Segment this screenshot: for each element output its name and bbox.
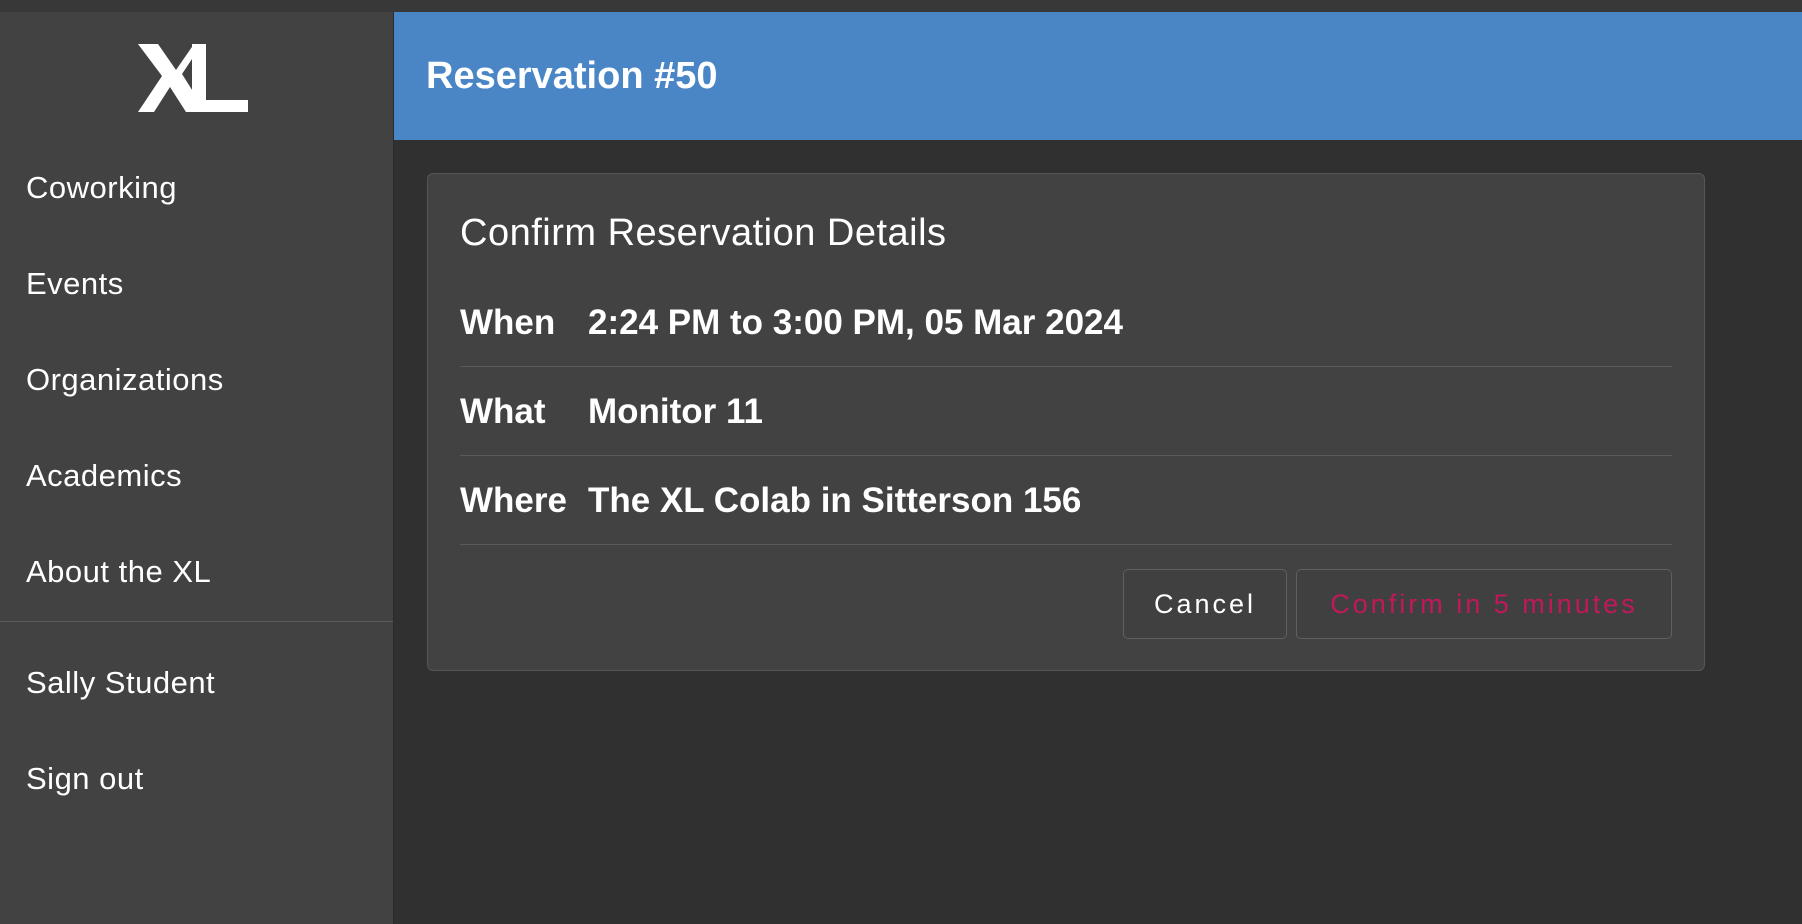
detail-value-what: Monitor 11: [588, 392, 764, 431]
confirm-button[interactable]: Confirm in 5 minutes: [1296, 569, 1672, 639]
detail-value-when: 2:24 PM to 3:00 PM, 05 Mar 2024: [588, 303, 1123, 342]
sidebar-user-nav: Sally Student Sign out: [0, 635, 393, 827]
window-top-strip: [0, 0, 1802, 12]
sidebar-item-about[interactable]: About the XL: [0, 524, 393, 620]
page-header: Reservation #50: [394, 12, 1802, 140]
sidebar-item-academics[interactable]: Academics: [0, 428, 393, 524]
sidebar-item-organizations[interactable]: Organizations: [0, 332, 393, 428]
xl-logo-icon: [138, 44, 248, 112]
detail-label-what: What: [460, 392, 546, 431]
sidebar-divider: [0, 621, 393, 622]
sidebar-item-sign-out[interactable]: Sign out: [0, 731, 393, 827]
detail-label-when: When: [460, 303, 556, 342]
page-title: Reservation #50: [426, 55, 718, 97]
xl-logo[interactable]: [136, 40, 248, 116]
sidebar-item-profile[interactable]: Sally Student: [0, 635, 393, 731]
sidebar: Coworking Events Organizations Academics…: [0, 12, 394, 924]
sidebar-nav: Coworking Events Organizations Academics…: [0, 140, 393, 620]
detail-label-where: Where: [460, 481, 567, 520]
sidebar-item-coworking[interactable]: Coworking: [0, 140, 393, 236]
detail-row-where: Where The XL Colab in Sitterson 156: [460, 457, 1672, 545]
card-title: Confirm Reservation Details: [460, 212, 947, 254]
cancel-button[interactable]: Cancel: [1123, 569, 1287, 639]
sidebar-item-events[interactable]: Events: [0, 236, 393, 332]
detail-value-where: The XL Colab in Sitterson 156: [588, 481, 1082, 520]
confirm-reservation-card: Confirm Reservation Details When 2:24 PM…: [427, 173, 1705, 671]
detail-row-what: What Monitor 11: [460, 368, 1672, 456]
detail-row-when: When 2:24 PM to 3:00 PM, 05 Mar 2024: [460, 279, 1672, 367]
